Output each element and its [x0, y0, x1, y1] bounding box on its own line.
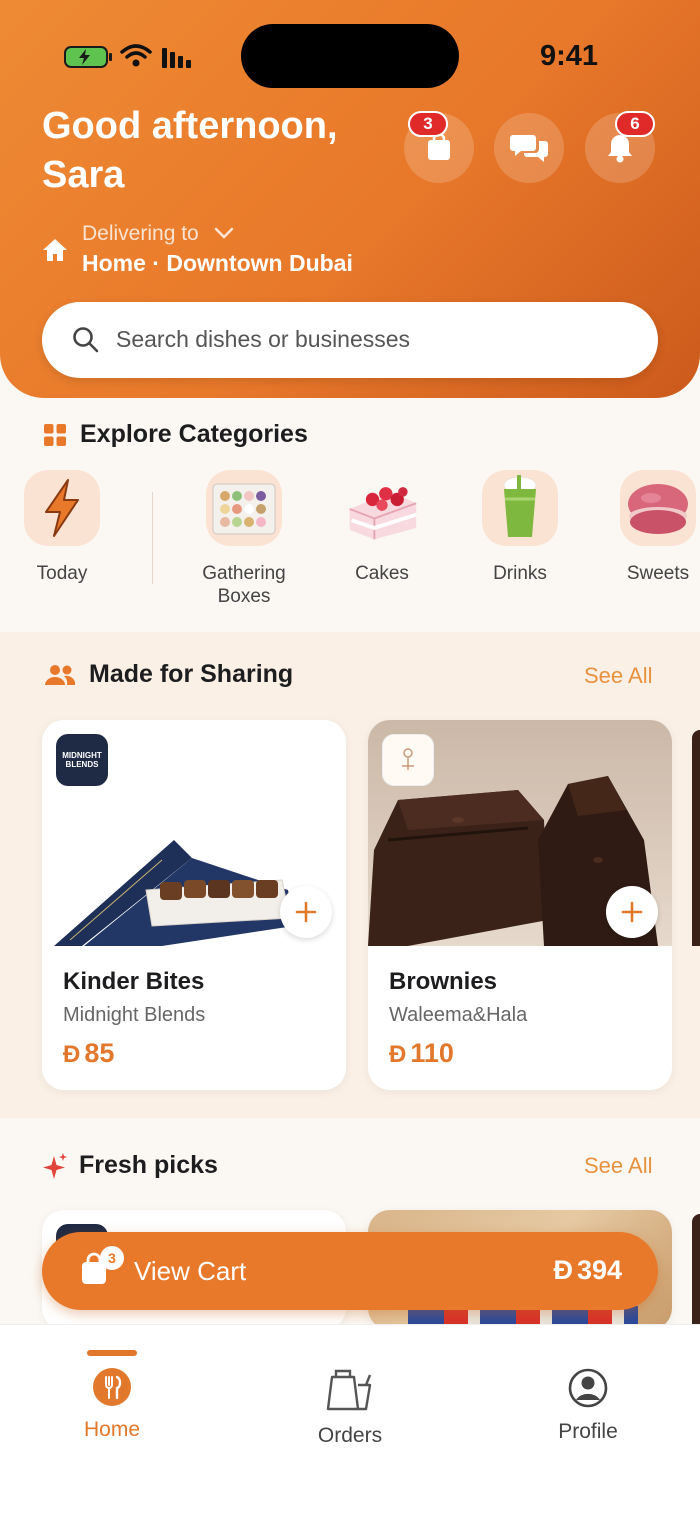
sharing-see-all-link[interactable]: See All [584, 663, 653, 689]
business-logo [382, 734, 434, 786]
grid-icon [44, 424, 66, 446]
fork-knife-icon [93, 1368, 131, 1406]
category-label: Cakes [355, 563, 409, 584]
add-to-cart-button[interactable] [606, 886, 658, 938]
search-bar[interactable]: Search dishes or businesses [42, 302, 658, 378]
currency-symbol: Đ [63, 1041, 81, 1068]
business-name: Midnight Blends [63, 1004, 206, 1026]
cake-icon [344, 470, 420, 546]
orders-bag-icon [326, 1369, 372, 1411]
sharing-title: Made for Sharing [89, 660, 294, 688]
product-name: Brownies [389, 968, 498, 995]
currency-symbol: Đ [553, 1255, 573, 1285]
category-drinks[interactable]: Drinks [455, 470, 585, 585]
plus-icon [621, 901, 643, 923]
categories-title: Explore Categories [80, 420, 308, 448]
view-cart-button[interactable]: 3 View Cart Đ 394 [42, 1232, 658, 1310]
next-card-peek [692, 730, 700, 946]
wifi-icon [120, 44, 152, 67]
plus-icon [295, 901, 317, 923]
business-logo-mark [402, 748, 414, 770]
people-icon [45, 665, 76, 685]
cart-count-badge: 3 [100, 1246, 124, 1270]
tab-orders[interactable]: Orders [270, 1365, 430, 1448]
business-logo: MIDNIGHT BLENDS [56, 734, 108, 786]
tab-profile[interactable]: Profile [508, 1367, 668, 1444]
category-label: Today [36, 563, 88, 584]
price-value: 85 [84, 1038, 115, 1068]
product-price: Đ 85 [63, 1038, 114, 1069]
currency-symbol: Đ [389, 1041, 407, 1068]
basket-badge: 3 [408, 111, 448, 137]
dynamic-island [241, 24, 459, 88]
category-cakes[interactable]: Cakes [317, 470, 447, 585]
category-today[interactable]: Today [0, 470, 127, 585]
tab-label: Orders [317, 1424, 383, 1447]
business-logo-text: MIDNIGHT BLENDS [62, 751, 102, 769]
search-input[interactable]: Search dishes or businesses [116, 326, 410, 353]
messages-button[interactable] [494, 113, 564, 183]
search-icon [73, 327, 99, 353]
basket-icon [428, 134, 450, 160]
status-time: 9:41 [540, 40, 599, 72]
product-card-kinder-bites[interactable]: MIDNIGHT BLENDS Kinder Bites Midnight Bl… [42, 720, 346, 1090]
tab-label: Profile [558, 1420, 618, 1443]
tab-label: Home [83, 1418, 141, 1441]
header: 9:41 Good afternoon, Sara 3 6 Delivering… [0, 0, 700, 398]
delivery-address[interactable]: Home · Downtown Dubai [82, 250, 353, 277]
fresh-title: Fresh picks [79, 1151, 218, 1179]
next-card-peek [692, 1214, 700, 1324]
delivering-label: Delivering to [82, 222, 199, 245]
tab-home[interactable]: Home [32, 1367, 192, 1442]
chat-icon [510, 135, 548, 162]
price-value: 110 [410, 1038, 454, 1068]
category-divider [152, 492, 153, 584]
chevron-down-icon[interactable] [214, 226, 234, 240]
signal-icon [162, 48, 191, 68]
product-card-brownies[interactable]: Brownies Waleema&Hala Đ 110 [368, 720, 672, 1090]
battery-icon [64, 46, 112, 68]
product-price: Đ 110 [389, 1038, 454, 1069]
view-cart-label: View Cart [134, 1256, 247, 1286]
greeting-title: Good afternoon, Sara [42, 105, 338, 196]
home-icon [43, 239, 67, 261]
add-to-cart-button[interactable] [280, 886, 332, 938]
category-label: Drinks [493, 563, 547, 584]
fresh-see-all-link[interactable]: See All [584, 1153, 653, 1179]
product-name: Kinder Bites [63, 968, 205, 995]
basket-button[interactable]: 3 [404, 111, 474, 183]
macaron-icon [620, 470, 696, 546]
business-name: Waleema&Hala [389, 1004, 528, 1026]
active-tab-indicator [87, 1350, 137, 1356]
category-label: Sweets [626, 563, 690, 584]
cart-total: Đ 394 [553, 1255, 622, 1286]
notifications-badge: 6 [615, 111, 655, 137]
drink-icon [482, 470, 558, 546]
category-gathering-boxes[interactable]: Gathering Boxes [179, 470, 309, 608]
bell-icon [608, 135, 632, 163]
gift-box-icon [206, 470, 282, 546]
sparkle-icon [43, 1153, 67, 1179]
user-circle-icon [568, 1368, 608, 1408]
notifications-button[interactable]: 6 [585, 111, 655, 183]
category-sweets[interactable]: Sweets [593, 470, 700, 585]
category-label: Gathering Boxes [202, 563, 286, 607]
cart-total-value: 394 [576, 1255, 622, 1285]
lightning-icon [24, 470, 100, 546]
